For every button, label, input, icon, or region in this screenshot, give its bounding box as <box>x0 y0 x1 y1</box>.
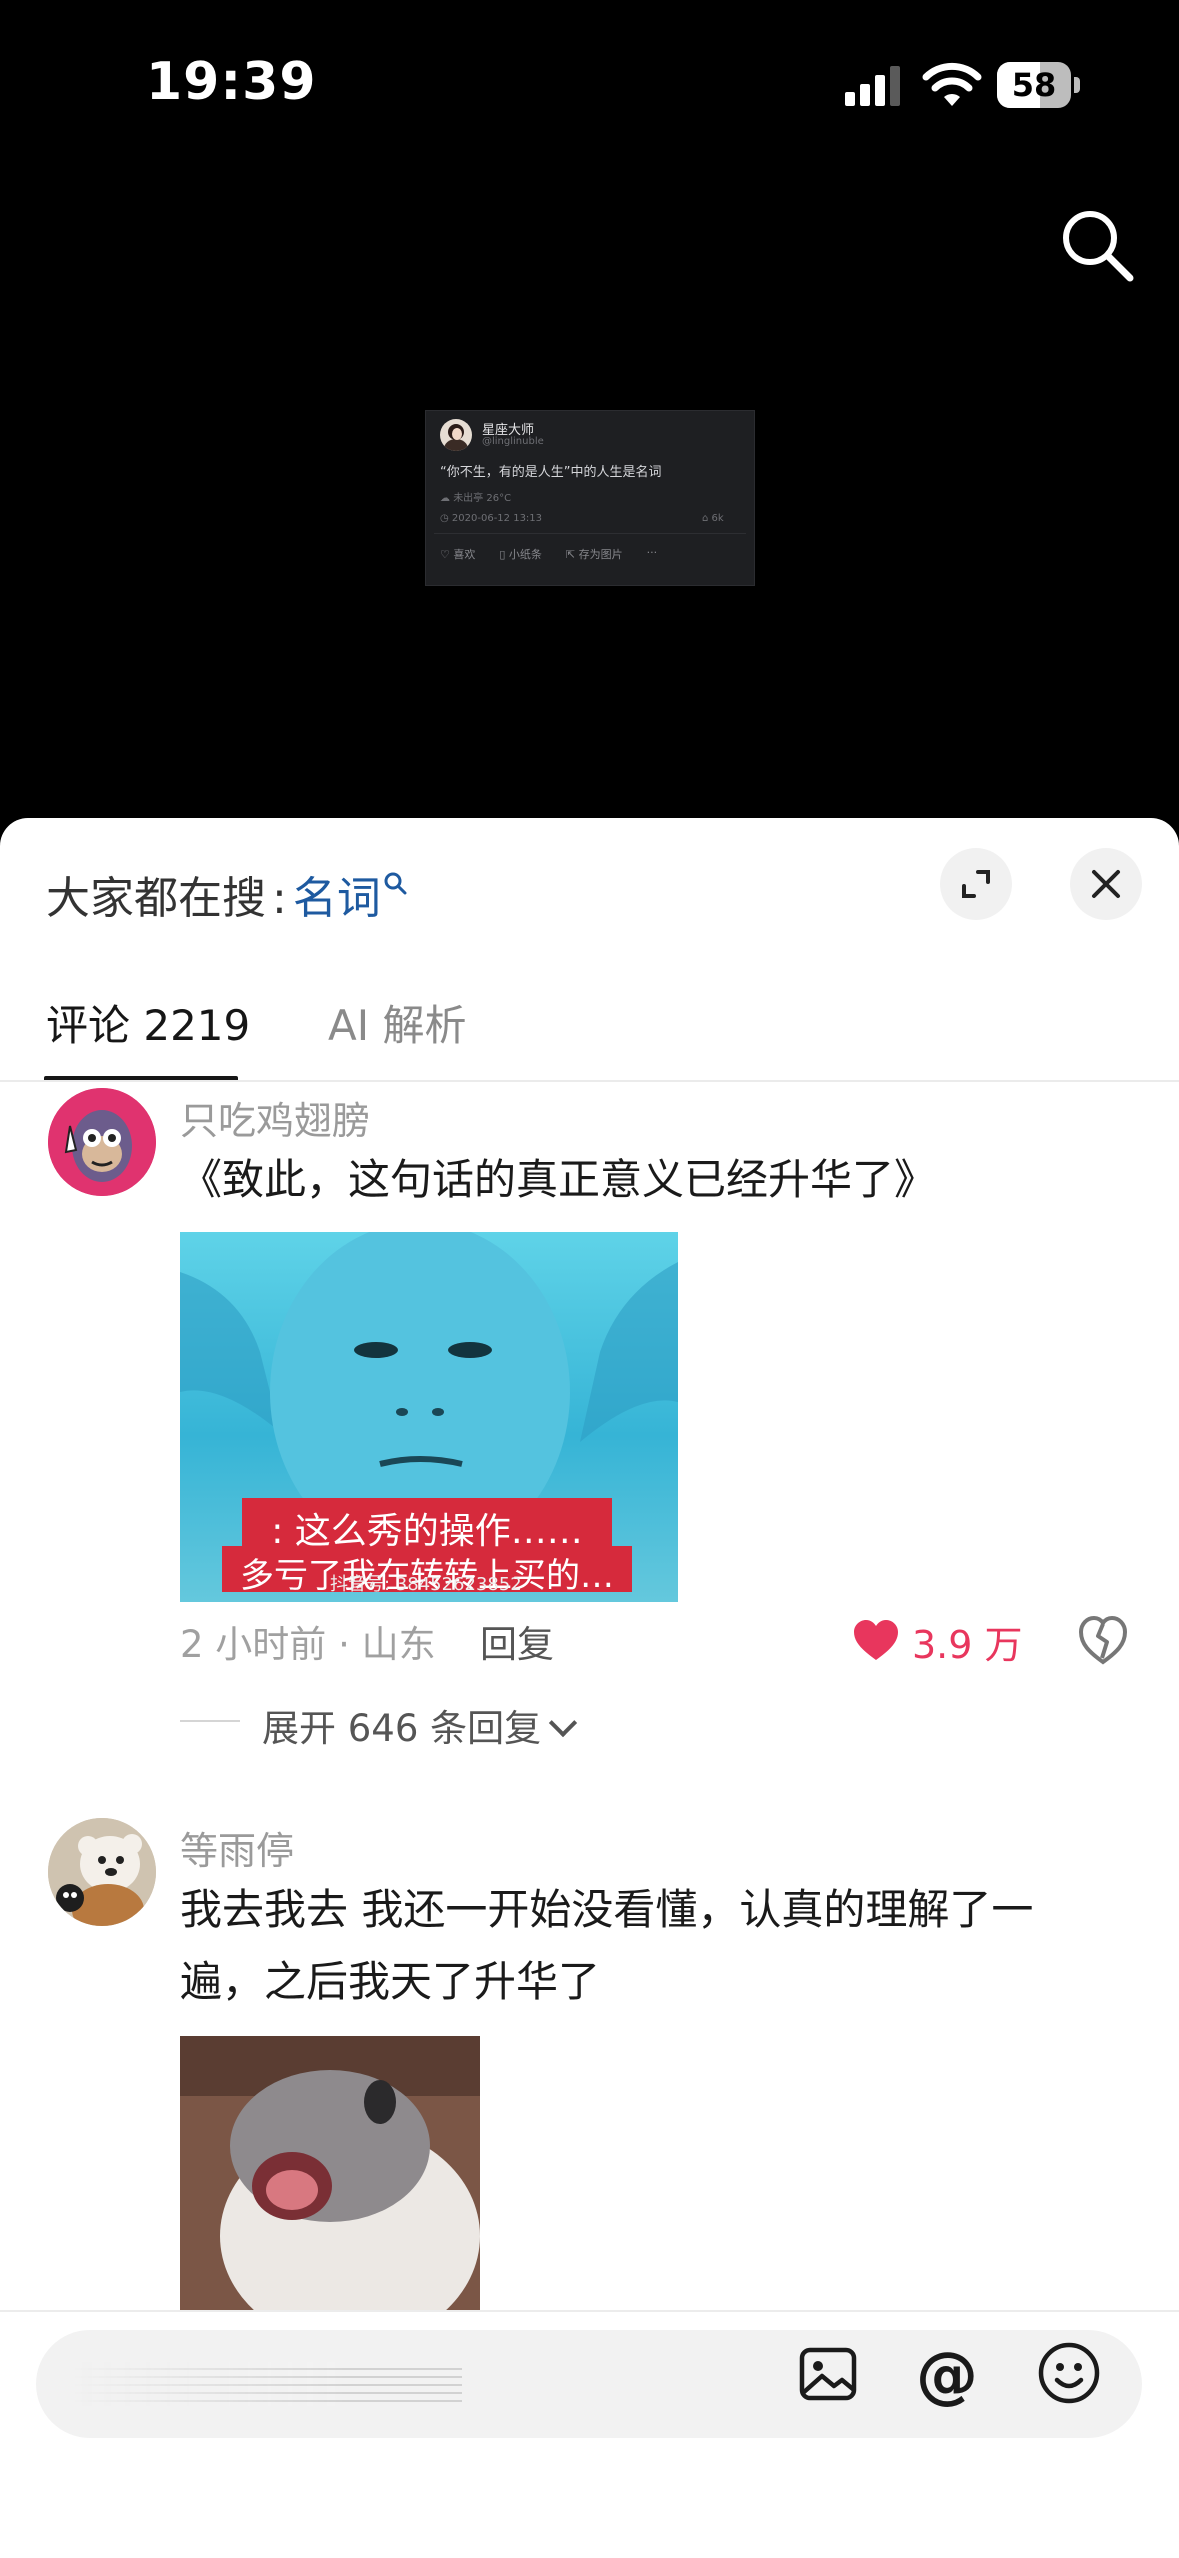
post-count: ⌂ 6k <box>702 513 724 524</box>
trending-label: 大家都在搜 <box>46 873 266 924</box>
comment-sheet: 大家都在搜: 名词 评论 2219 AI 解析 只吃鸡翅膀 《致此，这句话的真正意… <box>0 818 1179 2556</box>
avatar[interactable] <box>48 1818 156 1926</box>
tab-ai-analysis[interactable]: AI 解析 <box>328 992 466 1053</box>
save-image-action: ⇱ 存为图片 <box>565 548 623 561</box>
battery-level: 58 <box>1011 66 1057 104</box>
reply-button[interactable]: 回复 <box>480 1614 554 1668</box>
cellular-signal-icon <box>845 66 900 106</box>
dislike-icon[interactable] <box>1078 1614 1128 1666</box>
image-caption-line-1: : 这么秀的操作…… <box>271 1511 583 1552</box>
close-icon <box>1092 870 1120 898</box>
comment-input-placeholder <box>72 2362 462 2406</box>
comment-meta: 2 小时前 · 山东 <box>180 1623 436 1666</box>
comment-author[interactable]: 只吃鸡翅膀 <box>180 1090 370 1145</box>
trending-keyword[interactable]: 名词 <box>293 873 381 924</box>
image-watermark: 抖音号: 38452623852 <box>330 1574 522 1595</box>
comment-image[interactable] <box>180 2036 480 2312</box>
reply-divider <box>180 1720 240 1722</box>
note-action: ▯ 小纸条 <box>499 548 542 561</box>
expand-icon <box>962 870 990 898</box>
post-text: “你不生，有的是人生”中的人生是名词 <box>440 465 662 480</box>
video-thumbnail[interactable]: 星座大师 @linglinuble “你不生，有的是人生”中的人生是名词 ☁ 未… <box>425 410 755 586</box>
heart-icon[interactable] <box>852 1618 900 1662</box>
comment-text: 我去我去 我还一开始没看懂，认真的理解了一遍，之后我天了升华了 <box>180 1885 1034 2006</box>
search-icon[interactable] <box>1058 206 1136 284</box>
author-avatar <box>440 419 472 451</box>
battery-indicator: 58 <box>997 62 1081 108</box>
more-icon: ··· <box>646 546 658 559</box>
tab-divider <box>0 1080 1179 1082</box>
at-icon[interactable]: @ <box>912 2340 982 2410</box>
comment-input-bar: @ <box>0 2310 1179 2558</box>
keyword-search-icon <box>384 872 407 895</box>
close-button[interactable] <box>1070 848 1142 920</box>
wifi-icon <box>922 62 982 106</box>
emoji-icon[interactable] <box>1036 2340 1102 2406</box>
expand-button[interactable] <box>940 848 1012 920</box>
post-weather: ☁ 未出亭 26°C <box>440 493 512 504</box>
like-count: 3.9 万 <box>912 1623 1023 1667</box>
status-time: 19:39 <box>146 52 317 112</box>
expand-replies-button[interactable]: 展开 646 条回复 <box>262 1698 578 1752</box>
comment-author[interactable]: 等雨停 <box>180 1820 294 1875</box>
like-action: ♡ 喜欢 <box>440 548 476 561</box>
author-handle: @linglinuble <box>482 436 544 447</box>
chevron-down-icon <box>549 1708 578 1738</box>
comment-text: 《致此，这句话的真正意义已经升华了》 <box>180 1155 937 1204</box>
post-actions: ♡ 喜欢 ▯ 小纸条 ⇱ 存为图片 ··· <box>440 546 657 562</box>
comment-image[interactable]: : 这么秀的操作…… 多亏了我在转转上买的… 抖音号: 38452623852 <box>180 1232 678 1602</box>
post-date: ◷ 2020-06-12 13:13 <box>440 513 543 524</box>
avatar[interactable] <box>48 1088 156 1196</box>
trending-search[interactable]: 大家都在搜: 名词 <box>46 862 407 926</box>
trending-separator: : <box>272 873 287 924</box>
image-icon[interactable] <box>796 2342 860 2406</box>
tab-comments[interactable]: 评论 2219 <box>46 992 250 1053</box>
